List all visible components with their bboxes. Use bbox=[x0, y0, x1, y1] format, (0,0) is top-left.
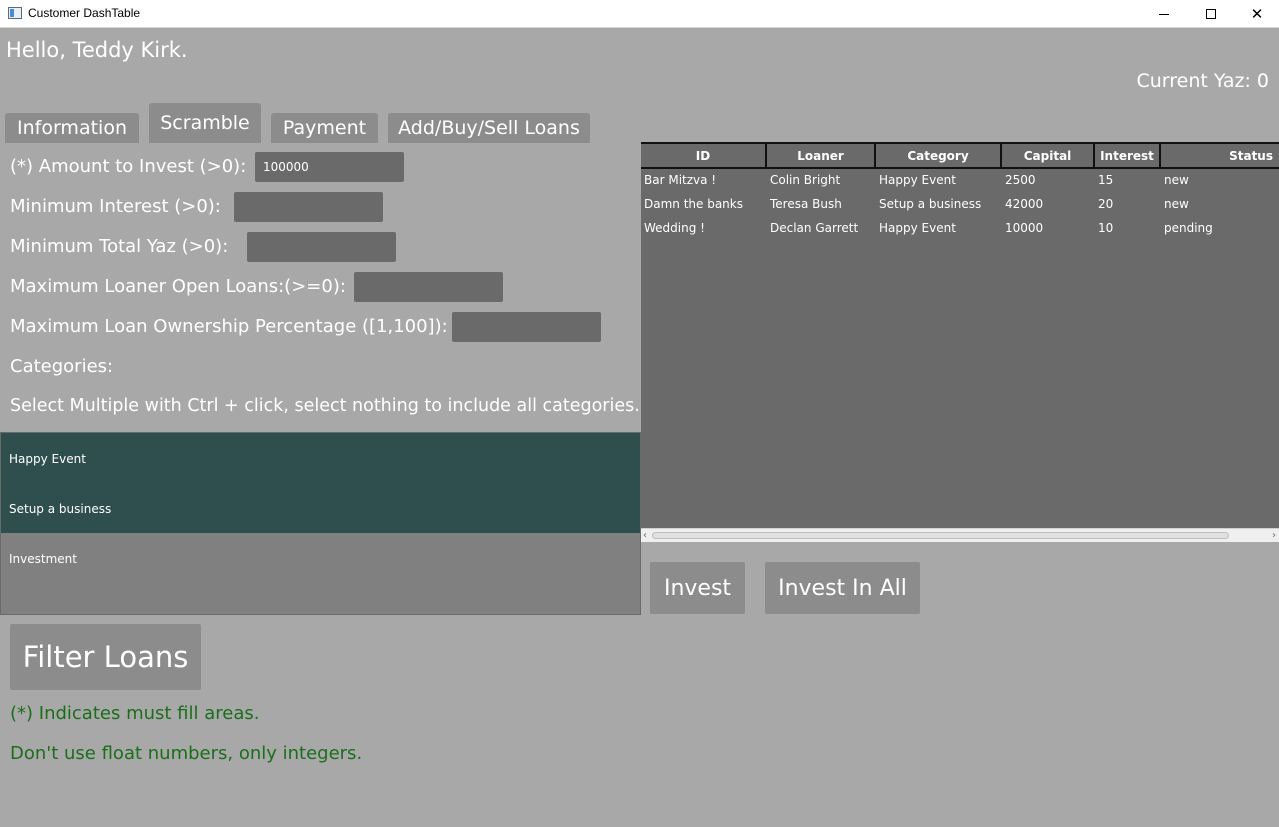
cell-id: Damn the banks bbox=[644, 197, 743, 211]
cell-category: Happy Event bbox=[879, 173, 956, 187]
app-icon bbox=[8, 7, 22, 19]
column-header-loaner[interactable]: Loaner bbox=[767, 144, 876, 167]
minimize-button[interactable] bbox=[1141, 0, 1187, 28]
invest-in-all-button[interactable]: Invest In All bbox=[765, 562, 920, 614]
greeting-text: Hello, Teddy Kirk. bbox=[6, 38, 188, 62]
amount-label: (*) Amount to Invest (>0): bbox=[10, 156, 247, 177]
column-header-id[interactable]: ID bbox=[641, 144, 767, 167]
cell-id: Wedding ! bbox=[644, 221, 705, 235]
maximize-icon bbox=[1206, 9, 1216, 19]
cell-interest: 20 bbox=[1098, 197, 1114, 211]
cell-id: Bar Mitzva ! bbox=[644, 173, 717, 187]
cell-loaner: Colin Bright bbox=[770, 173, 841, 187]
category-item-setup-a-business[interactable]: Setup a business bbox=[1, 483, 640, 533]
min-interest-label: Minimum Interest (>0): bbox=[10, 196, 221, 217]
scroll-left-icon[interactable]: ‹ bbox=[643, 529, 647, 542]
cell-capital: 10000 bbox=[1005, 221, 1044, 235]
cell-loaner: Teresa Bush bbox=[770, 197, 842, 211]
table-row[interactable]: Bar Mitzva ! Colin Bright Happy Event 25… bbox=[641, 169, 1279, 193]
table-header: ID Loaner Category Capital Interest Stat… bbox=[641, 142, 1279, 169]
min-total-yaz-label: Minimum Total Yaz (>0): bbox=[10, 236, 229, 257]
min-interest-input[interactable] bbox=[234, 192, 383, 222]
cell-category: Setup a business bbox=[879, 197, 982, 211]
cell-interest: 15 bbox=[1098, 173, 1114, 187]
table-horizontal-scrollbar[interactable]: ‹ › bbox=[641, 528, 1279, 542]
tab-information[interactable]: Information bbox=[5, 113, 139, 143]
close-icon: ✕ bbox=[1250, 4, 1264, 23]
loans-table[interactable]: ID Loaner Category Capital Interest Stat… bbox=[641, 142, 1279, 542]
cell-status: new bbox=[1164, 173, 1189, 187]
table-row[interactable]: Wedding ! Declan Garrett Happy Event 100… bbox=[641, 217, 1279, 241]
max-ownership-label: Maximum Loan Ownership Percentage ([1,10… bbox=[10, 316, 448, 337]
categories-label: Categories: bbox=[10, 356, 114, 377]
cell-loaner: Declan Garrett bbox=[770, 221, 859, 235]
tab-scramble[interactable]: Scramble bbox=[149, 103, 261, 143]
maximize-button[interactable] bbox=[1188, 0, 1234, 28]
column-header-capital[interactable]: Capital bbox=[1002, 144, 1095, 167]
amount-input[interactable]: 100000 bbox=[255, 152, 404, 182]
column-header-status[interactable]: Status bbox=[1161, 144, 1279, 167]
scroll-right-icon[interactable]: › bbox=[1272, 529, 1276, 542]
window-titlebar: Customer DashTable ✕ bbox=[0, 0, 1279, 28]
table-row[interactable]: Damn the banks Teresa Bush Setup a busin… bbox=[641, 193, 1279, 217]
categories-hint: Select Multiple with Ctrl + click, selec… bbox=[10, 396, 640, 416]
scrollbar-thumb[interactable] bbox=[652, 532, 1229, 539]
minimize-icon bbox=[1159, 13, 1169, 15]
cell-capital: 2500 bbox=[1005, 173, 1036, 187]
category-item-happy-event[interactable]: Happy Event bbox=[1, 433, 640, 483]
column-header-interest[interactable]: Interest bbox=[1095, 144, 1161, 167]
min-total-yaz-input[interactable] bbox=[247, 232, 396, 262]
invest-button[interactable]: Invest bbox=[650, 562, 745, 614]
current-yaz: Current Yaz: 0 bbox=[1136, 70, 1269, 92]
max-open-loans-label: Maximum Loaner Open Loans:(>=0): bbox=[10, 276, 346, 297]
cell-capital: 42000 bbox=[1005, 197, 1044, 211]
category-item-investment[interactable]: Investment bbox=[1, 533, 640, 583]
cell-category: Happy Event bbox=[879, 221, 956, 235]
integers-note: Don't use float numbers, only integers. bbox=[10, 743, 363, 764]
max-open-loans-input[interactable] bbox=[354, 272, 503, 302]
column-header-category[interactable]: Category bbox=[876, 144, 1002, 167]
cell-status: pending bbox=[1164, 221, 1213, 235]
cell-interest: 10 bbox=[1098, 221, 1114, 235]
cell-status: new bbox=[1164, 197, 1189, 211]
tab-payment[interactable]: Payment bbox=[271, 113, 378, 143]
categories-list[interactable]: Happy Event Setup a business Investment bbox=[0, 432, 641, 615]
max-ownership-input[interactable] bbox=[452, 312, 601, 342]
must-fill-note: (*) Indicates must fill areas. bbox=[10, 703, 260, 724]
window-title: Customer DashTable bbox=[28, 6, 141, 20]
tab-add-buy-sell-loans[interactable]: Add/Buy/Sell Loans bbox=[388, 113, 590, 143]
filter-loans-button[interactable]: Filter Loans bbox=[10, 624, 201, 690]
close-button[interactable]: ✕ bbox=[1234, 0, 1279, 28]
